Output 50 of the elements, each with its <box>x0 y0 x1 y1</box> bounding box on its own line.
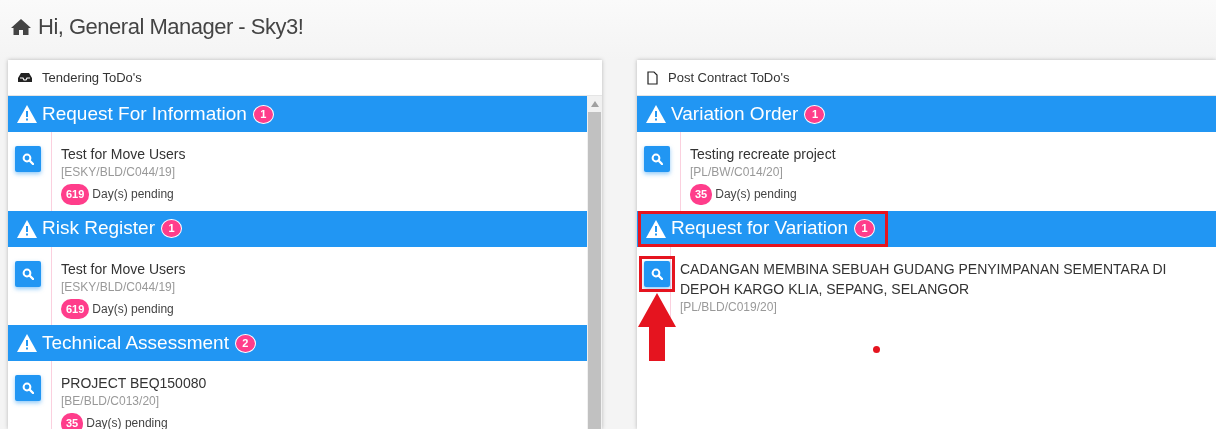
days-badge: 35 <box>61 413 84 429</box>
greeting-text: Hi, General Manager - Sky3! <box>38 13 304 41</box>
warning-icon <box>16 333 38 353</box>
item-title: PROJECT BEQ150080 <box>61 374 207 393</box>
count-badge: 1 <box>854 219 876 238</box>
search-icon <box>651 267 663 280</box>
warning-icon <box>645 218 667 239</box>
item-title: Test for Move Users <box>61 145 186 164</box>
file-icon <box>647 70 658 85</box>
search-icon <box>22 153 34 165</box>
days-badge: 619 <box>61 298 90 319</box>
count-badge: 1 <box>161 219 182 238</box>
scroll-up-icon[interactable] <box>590 101 599 107</box>
search-button[interactable] <box>15 146 41 172</box>
count-badge: 2 <box>234 333 256 353</box>
pending-label: Day(s) pending <box>92 186 174 204</box>
search-icon <box>22 267 34 280</box>
panel-title: Post Contract ToDo's <box>668 68 790 87</box>
section-title: Risk Register <box>42 216 155 241</box>
warning-icon <box>16 104 38 124</box>
reference-code: [ESKY/BLD/C044/19] <box>61 164 177 181</box>
days-badge: 35 <box>690 184 713 205</box>
search-button[interactable] <box>644 146 670 172</box>
section-title: Request for Variation <box>671 216 849 241</box>
panel-title: Tendering ToDo's <box>42 68 142 87</box>
warning-icon <box>645 104 667 124</box>
search-icon <box>651 153 663 165</box>
reference-code: [PL/BW/C014/20] <box>690 164 784 181</box>
search-button[interactable] <box>15 375 41 401</box>
days-badge: 619 <box>61 184 90 205</box>
pending-label: Day(s) pending <box>86 415 168 429</box>
section-title: Variation Order <box>671 101 799 126</box>
reference-code: [BE/BLD/C013/20] <box>61 393 161 410</box>
warning-icon <box>16 218 38 239</box>
section-title: Request For Information <box>42 101 247 126</box>
count-badge: 1 <box>252 104 274 124</box>
pending-label: Day(s) pending <box>715 186 797 204</box>
item-title: CADANGAN MEMBINA SEBUAH GUDANG PENYIMPANAN SEMENTARA DI DEPOH KARGO KLIA, SEPANG, SELANGOR <box>680 259 1168 299</box>
item-title: Testing recreate project <box>690 145 836 164</box>
section-title: Technical Assessment <box>42 330 229 355</box>
count-badge: 1 <box>804 104 826 124</box>
search-icon <box>22 382 34 394</box>
inbox-icon <box>18 72 32 83</box>
reference-code: [ESKY/BLD/C044/19] <box>61 278 177 296</box>
item-title: Test for Move Users <box>61 259 186 279</box>
search-button[interactable] <box>15 260 41 287</box>
reference-code: [PL/BLD/C019/20] <box>680 298 778 316</box>
home-icon <box>10 17 32 36</box>
pending-label: Day(s) pending <box>92 300 174 318</box>
scrollbar[interactable] <box>587 96 602 429</box>
